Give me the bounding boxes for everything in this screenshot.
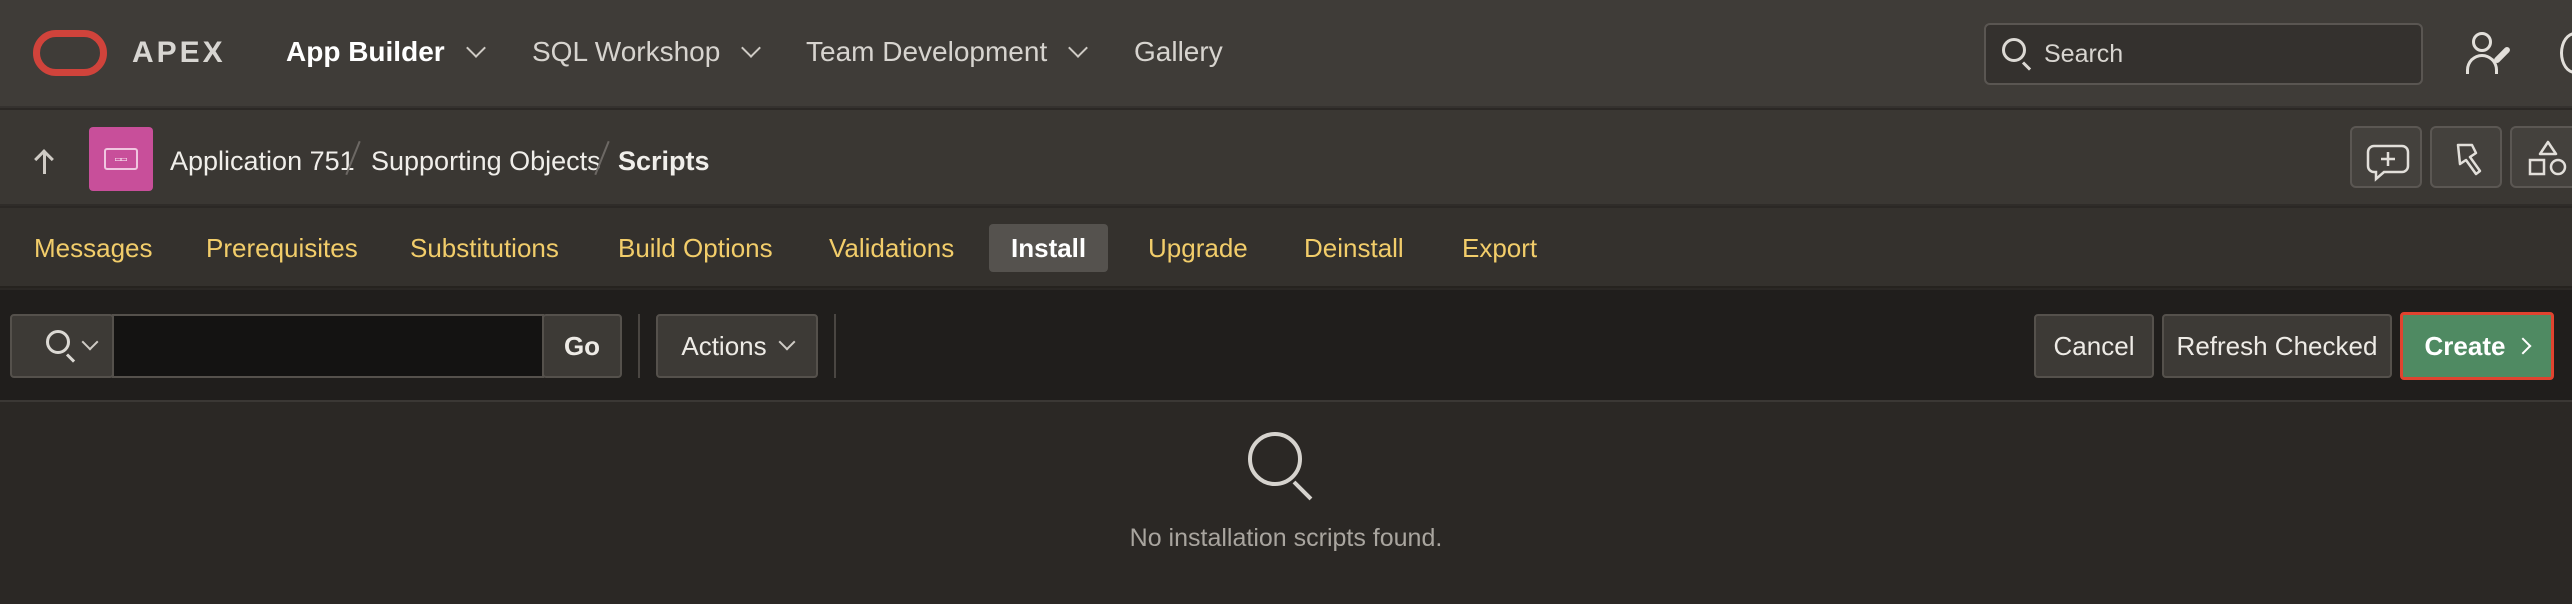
tab-export[interactable]: Export: [1440, 224, 1559, 272]
toolbar-divider: [834, 314, 836, 378]
developer-tools-button[interactable]: [2430, 126, 2502, 188]
nav-label: App Builder: [286, 36, 445, 67]
tab-install[interactable]: Install: [989, 224, 1109, 272]
global-search[interactable]: [1984, 23, 2423, 85]
go-button[interactable]: Go: [542, 314, 622, 378]
search-icon: [2000, 36, 2036, 72]
chevron-down-icon: [1068, 38, 1089, 58]
tab-substitutions[interactable]: Substitutions: [388, 224, 581, 272]
tab-prerequisites[interactable]: Prerequisites: [184, 224, 380, 272]
actions-menu-button[interactable]: Actions: [656, 314, 818, 378]
empty-state-message: No installation scripts found.: [1129, 524, 1443, 552]
chevron-right-icon: [2514, 337, 2532, 355]
report-search-input[interactable]: [112, 314, 544, 378]
nav-label: Gallery: [1134, 36, 1223, 67]
refresh-checked-button[interactable]: Refresh Checked: [2162, 314, 2392, 378]
create-button[interactable]: Create: [2400, 312, 2554, 380]
chevron-down-icon: [81, 333, 99, 351]
nav-gallery[interactable]: Gallery: [1134, 36, 1223, 68]
nav-sql-workshop[interactable]: SQL Workshop: [532, 36, 762, 68]
nav-label: SQL Workshop: [532, 36, 721, 67]
shapes-icon: [2528, 140, 2567, 176]
nav-label: Team Development: [806, 36, 1048, 67]
search-input[interactable]: [2044, 39, 2404, 69]
nav-app-builder[interactable]: App Builder: [286, 36, 486, 68]
create-label: Create: [2424, 330, 2506, 361]
search-column-selector[interactable]: [10, 314, 114, 378]
chevron-down-icon: [778, 333, 796, 351]
chevron-down-icon: [741, 38, 762, 58]
search-icon: [44, 328, 80, 364]
up-arrow-icon[interactable]: [33, 148, 55, 174]
tab-bar: Messages Prerequisites Substitutions Bui…: [0, 208, 2572, 288]
search-icon: [1248, 432, 1320, 504]
report-toolbar: Go Actions Cancel Refresh Checked Create: [0, 290, 2572, 402]
breadcrumb-application[interactable]: Application 751: [170, 146, 355, 177]
breadcrumb-bar: ▭▭ Application 751 Supporting Objects Sc…: [0, 110, 2572, 206]
brand-name[interactable]: APEX: [132, 36, 226, 70]
breadcrumb-current-page: Scripts: [618, 146, 710, 176]
add-comment-icon: [2366, 144, 2410, 182]
add-comment-button[interactable]: [2350, 126, 2422, 188]
shared-components-button[interactable]: [2510, 126, 2572, 188]
user-admin-icon[interactable]: [2466, 30, 2514, 78]
tab-upgrade[interactable]: Upgrade: [1126, 224, 1270, 272]
top-navigation-bar: APEX App Builder SQL Workshop Team Devel…: [0, 0, 2572, 108]
tab-messages[interactable]: Messages: [12, 224, 175, 272]
tab-build-options[interactable]: Build Options: [596, 224, 795, 272]
toolbar-divider: [638, 314, 640, 378]
chevron-down-icon: [465, 38, 486, 58]
nav-team-development[interactable]: Team Development: [806, 36, 1089, 68]
flashlight-icon: [2456, 143, 2482, 176]
tab-validations[interactable]: Validations: [807, 224, 976, 272]
cancel-button[interactable]: Cancel: [2034, 314, 2154, 378]
actions-label: Actions: [681, 330, 767, 361]
breadcrumb-supporting-objects[interactable]: Supporting Objects: [371, 146, 601, 177]
app-icon: ▭▭: [89, 127, 153, 191]
help-icon[interactable]: [2560, 32, 2572, 74]
oracle-logo-icon[interactable]: [33, 30, 107, 76]
tab-deinstall[interactable]: Deinstall: [1282, 224, 1426, 272]
